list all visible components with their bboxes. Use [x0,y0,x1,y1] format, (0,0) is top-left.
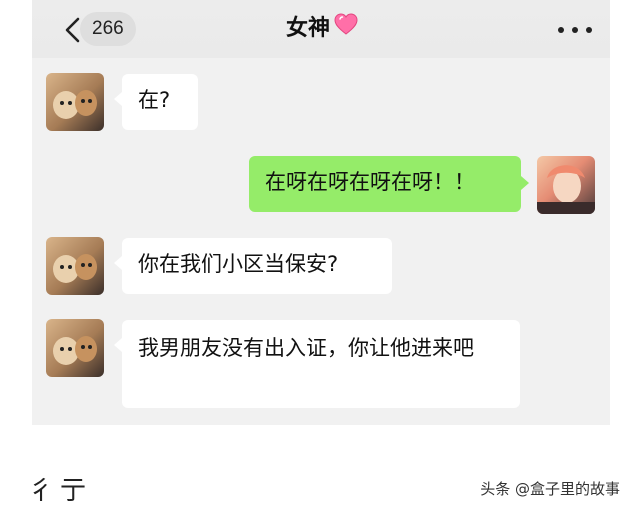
more-options-button[interactable] [558,16,592,44]
bubble-tail [114,256,122,270]
watermark: 头条 @盒子里的故事 [480,480,620,498]
more-dot [572,27,578,33]
more-dots-icon [558,27,564,33]
cat-photo-icon [53,90,97,119]
message-bubble-outgoing[interactable]: 在呀在呀在呀在呀！！ [249,156,521,212]
message-bubble-incoming[interactable]: 我男朋友没有出入证，你让他进来吧 [122,320,520,408]
unread-count-badge[interactable]: 266 [80,12,136,46]
bubble-tail [521,176,529,190]
bubble-tail [114,92,122,106]
cat-photo-icon [53,254,97,283]
person-photo-icon [537,165,595,214]
chevron-left-icon [65,17,80,43]
chat-title: 女神 [232,10,412,48]
message-bubble-incoming[interactable]: 在? [122,74,198,130]
chat-window: 266 女神 在? 在呀在呀在呀在呀！！ 你在我们小区当保安? 我男朋友没有出入… [32,0,610,425]
bubble-tail [114,338,122,352]
my-avatar[interactable] [537,156,595,214]
caption-text: 彳亍 [28,476,93,506]
contact-avatar[interactable] [46,73,104,131]
contact-avatar[interactable] [46,237,104,295]
contact-avatar[interactable] [46,319,104,377]
chat-header: 266 女神 [32,0,610,58]
contact-name: 女神 [285,16,330,41]
cat-photo-icon [53,336,97,365]
pink-heart-icon [334,10,358,48]
more-dot [586,27,592,33]
message-bubble-incoming[interactable]: 你在我们小区当保安? [122,238,392,294]
